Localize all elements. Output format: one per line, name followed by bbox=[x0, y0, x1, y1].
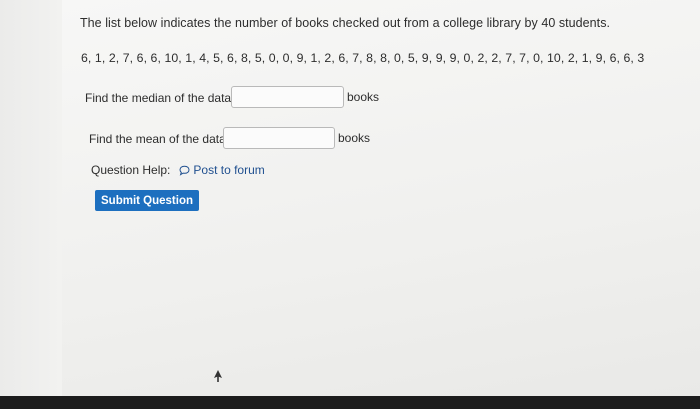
median-unit: books bbox=[347, 90, 380, 104]
median-input[interactable] bbox=[231, 86, 344, 108]
mouse-cursor-icon bbox=[214, 370, 222, 382]
mean-input[interactable] bbox=[223, 127, 335, 149]
question-intro: The list below indicates the number of b… bbox=[80, 16, 611, 30]
screen: The list below indicates the number of b… bbox=[0, 0, 700, 396]
mean-unit: books bbox=[338, 131, 371, 145]
mean-label: Find the mean of the data: bbox=[89, 132, 230, 146]
post-to-forum-label: Post to forum bbox=[193, 163, 265, 177]
post-to-forum-link[interactable]: Post to forum bbox=[179, 163, 265, 177]
speech-bubble-icon bbox=[179, 165, 190, 176]
monitor-bezel bbox=[0, 396, 700, 409]
question-help-label: Question Help: bbox=[91, 163, 171, 177]
submit-question-button[interactable]: Submit Question bbox=[95, 190, 199, 211]
median-label: Find the median of the data: bbox=[85, 91, 235, 105]
question-help: Question Help: Post to forum bbox=[91, 163, 265, 177]
left-margin bbox=[0, 0, 62, 396]
data-list: 6, 1, 2, 7, 6, 6, 10, 1, 4, 5, 6, 8, 5, … bbox=[81, 51, 645, 65]
